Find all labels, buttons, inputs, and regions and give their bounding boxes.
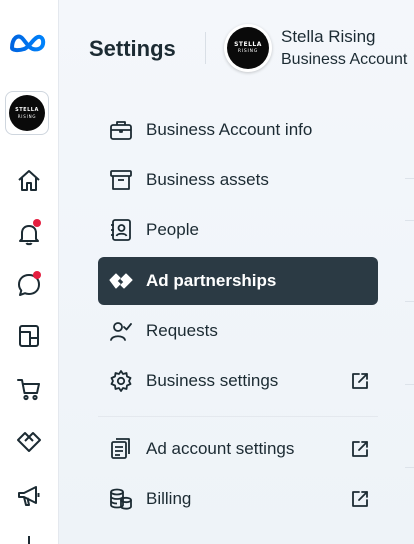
account-type: Business Account <box>281 51 408 68</box>
menu-item-ad-partnerships[interactable]: Ad partnerships <box>98 257 378 305</box>
notification-dot <box>33 271 41 279</box>
chat-icon[interactable] <box>0 270 58 300</box>
edge-rule <box>405 301 414 302</box>
page-title: Settings <box>89 36 176 61</box>
home-icon[interactable] <box>0 166 58 196</box>
menu-item-label: Business assets <box>146 170 269 189</box>
notification-dot <box>33 219 41 227</box>
edge-rule <box>405 220 414 221</box>
gear-icon <box>108 368 134 394</box>
menu-item-label: Ad account settings <box>146 439 295 458</box>
archive-box-icon <box>108 167 134 193</box>
edge-rule <box>405 178 414 179</box>
external-link-icon <box>350 371 370 396</box>
menu-item-business-assets[interactable]: Business assets <box>98 156 378 204</box>
edge-rule <box>405 467 414 468</box>
account-logo-line1: STELLA <box>15 106 39 113</box>
partnership-icon[interactable] <box>0 426 58 456</box>
meta-logo-icon[interactable] <box>0 26 58 60</box>
avatar-logo-line1: STELLA <box>234 40 262 48</box>
menu-divider <box>98 416 378 417</box>
menu-item-business-settings[interactable]: Business settings <box>98 357 378 405</box>
avatar-logo-line2: RISING <box>237 48 259 54</box>
person-check-icon <box>108 318 134 344</box>
menu-item-label: Business settings <box>146 371 279 390</box>
bell-icon[interactable] <box>0 219 58 249</box>
more-icon[interactable] <box>0 534 58 544</box>
account-name: Stella Rising <box>281 27 376 46</box>
account-switcher[interactable]: STELLA RISING <box>5 91 49 135</box>
left-nav-rail: STELLA RISING <box>0 0 59 544</box>
menu-item-ad-account-settings[interactable]: Ad account settings <box>98 425 378 473</box>
menu-item-label: People <box>146 220 199 239</box>
header-divider <box>205 32 206 64</box>
menu-item-requests[interactable]: Requests <box>98 307 378 355</box>
megaphone-icon[interactable] <box>0 481 58 511</box>
account-avatar-logo: STELLA RISING <box>227 27 269 69</box>
external-link-icon <box>350 439 370 464</box>
edge-rule <box>405 384 414 385</box>
pages-icon[interactable] <box>0 321 58 351</box>
menu-item-label: Billing <box>146 489 192 508</box>
menu-item-label: Business Account info <box>146 120 313 139</box>
external-link-icon <box>350 489 370 514</box>
briefcase-icon <box>108 117 134 143</box>
menu-item-billing[interactable]: Billing <box>98 475 378 523</box>
menu-item-label: Requests <box>146 321 218 340</box>
ad-account-icon <box>108 436 134 462</box>
menu-item-label: Ad partnerships <box>146 271 277 290</box>
coins-icon <box>108 486 134 512</box>
account-avatar[interactable]: STELLA RISING <box>224 24 272 72</box>
account-logo: STELLA RISING <box>9 95 45 131</box>
menu-item-people[interactable]: People <box>98 206 378 254</box>
menu-item-business-account-info[interactable]: Business Account info <box>98 106 378 154</box>
cart-icon[interactable] <box>0 374 58 404</box>
account-logo-line2: RISING <box>17 113 37 119</box>
id-badge-icon <box>108 217 134 243</box>
handshake-icon <box>108 268 134 294</box>
